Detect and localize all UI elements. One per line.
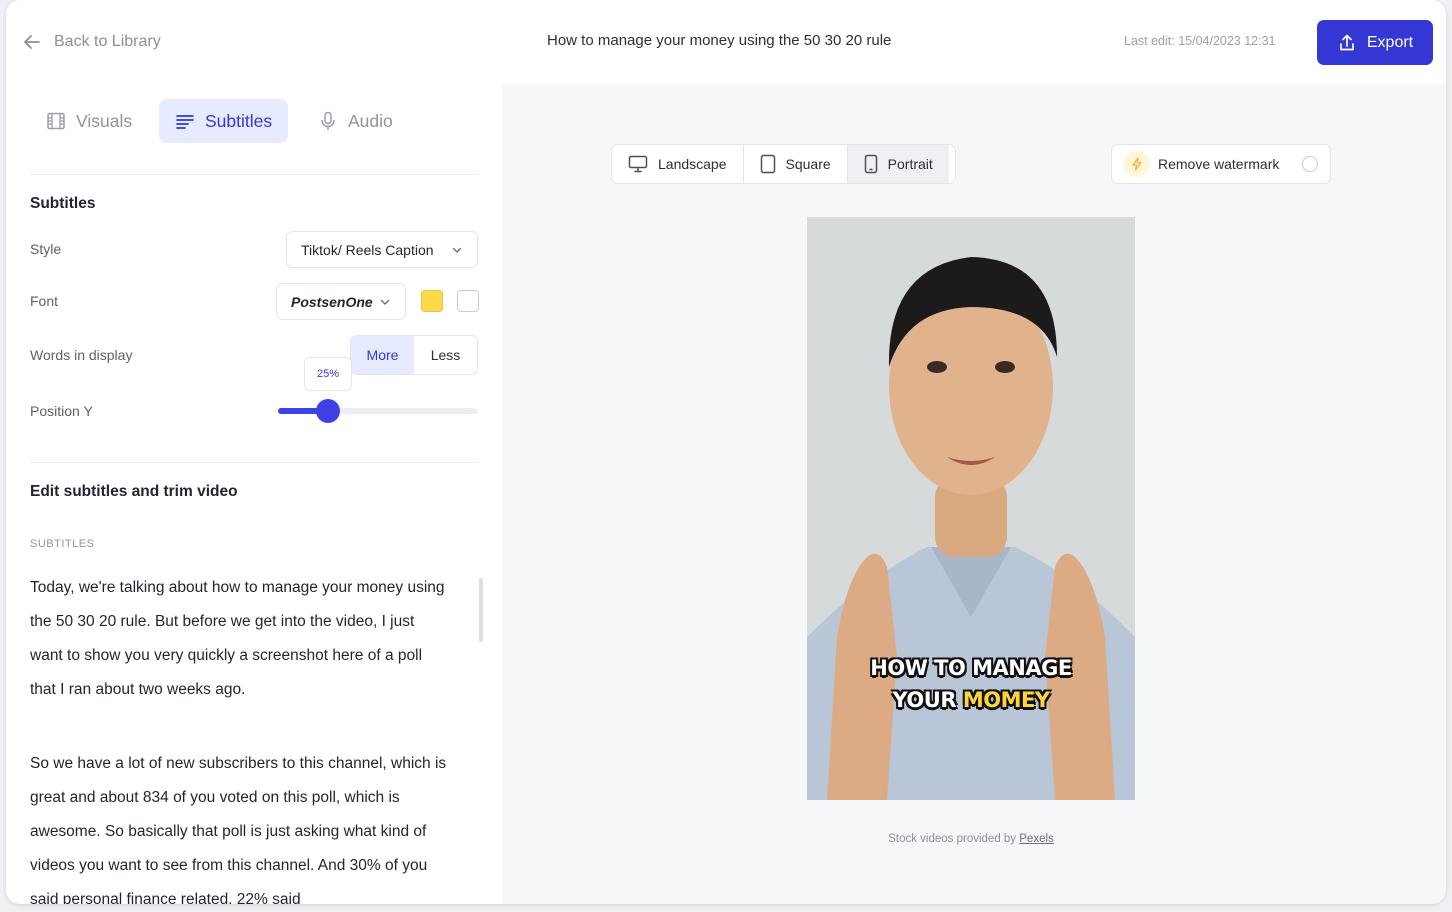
app-window: Back to Library How to manage your money… xyxy=(6,0,1446,904)
tab-visuals[interactable]: Visuals xyxy=(30,99,148,143)
subtitle-paragraph: Today, we're talking about how to manage… xyxy=(30,579,445,698)
position-tooltip: 25% xyxy=(304,357,352,391)
stock-credit: Stock videos provided by Pexels xyxy=(502,833,1440,845)
caption-line-2: YOUR MOMEY xyxy=(807,688,1135,712)
scrollbar[interactable] xyxy=(479,578,483,642)
position-y-slider[interactable] xyxy=(278,408,478,414)
settings-panel: Visuals Subtitles Audio Subtitles Style … xyxy=(6,84,502,904)
header: Back to Library How to manage your money… xyxy=(6,0,1446,84)
remove-watermark-label: Remove watermark xyxy=(1158,156,1280,172)
chevron-down-icon xyxy=(380,299,390,305)
subtitles-text-editor[interactable]: Today, we're talking about how to manage… xyxy=(30,571,450,904)
microphone-icon xyxy=(321,111,335,131)
last-edit-timestamp: Last edit: 15/04/2023 12:31 xyxy=(1124,34,1276,48)
words-less-button[interactable]: Less xyxy=(414,336,477,374)
page-title: How to manage your money using the 50 30… xyxy=(547,32,892,49)
arrow-left-icon xyxy=(24,35,40,49)
back-to-library-link[interactable]: Back to Library xyxy=(22,30,161,54)
subtitles-caption: SUBTITLES xyxy=(30,538,95,550)
landscape-label: Landscape xyxy=(658,156,727,172)
back-label: Back to Library xyxy=(54,33,161,50)
slider-handle[interactable] xyxy=(316,399,340,423)
caption-line-1: HOW TO MANAGE xyxy=(870,656,1072,680)
caption-highlight-word: MOMEY xyxy=(962,688,1050,712)
phone-icon xyxy=(864,154,877,174)
square-label: Square xyxy=(785,156,831,172)
tab-audio-label: Audio xyxy=(348,110,393,131)
preview-panel: Landscape Square Portrait Remove waterma… xyxy=(502,84,1446,904)
font-dropdown[interactable]: PostsenOne xyxy=(276,283,406,320)
divider xyxy=(30,174,479,175)
export-button[interactable]: Export xyxy=(1317,20,1433,65)
lines-icon xyxy=(176,115,194,129)
remove-watermark-toggle[interactable]: Remove watermark xyxy=(1111,144,1331,184)
secondary-color-swatch[interactable] xyxy=(457,290,479,312)
style-value: Tiktok/ Reels Caption xyxy=(301,241,434,258)
orientation-selector: Landscape Square Portrait xyxy=(611,144,956,184)
style-dropdown[interactable]: Tiktok/ Reels Caption xyxy=(286,231,478,268)
edit-section-title: Edit subtitles and trim video xyxy=(30,483,238,500)
credit-text: Stock videos provided by xyxy=(888,833,1017,845)
words-in-display-label: Words in display xyxy=(30,347,133,363)
tab-audio[interactable]: Audio xyxy=(302,99,409,143)
upload-icon xyxy=(1340,34,1354,50)
tab-subtitles-label: Subtitles xyxy=(205,110,273,131)
subtitle-paragraph: So we have a lot of new subscribers to t… xyxy=(30,755,447,904)
words-more-button[interactable]: More xyxy=(351,336,414,374)
portrait-label: Portrait xyxy=(887,156,933,172)
font-value: PostsenOne xyxy=(291,293,373,310)
primary-color-swatch[interactable] xyxy=(421,290,443,312)
presenter-image xyxy=(807,217,1135,800)
chevron-down-icon xyxy=(452,247,462,253)
subtitles-section-title: Subtitles xyxy=(30,195,96,212)
bolt-icon xyxy=(1124,151,1150,177)
divider xyxy=(30,462,479,463)
caption-word: YOUR xyxy=(892,688,957,712)
watermark-radio[interactable] xyxy=(1302,156,1318,172)
monitor-icon xyxy=(628,155,648,173)
font-label: Font xyxy=(30,293,59,309)
export-label: Export xyxy=(1366,33,1414,51)
words-toggle: More Less xyxy=(350,335,478,375)
position-y-label: Position Y xyxy=(30,403,93,419)
pexels-link[interactable]: Pexels xyxy=(1019,833,1054,845)
square-option[interactable]: Square xyxy=(744,145,848,183)
tab-subtitles[interactable]: Subtitles xyxy=(159,99,289,143)
square-device-icon xyxy=(760,154,775,174)
portrait-option[interactable]: Portrait xyxy=(847,145,949,183)
style-label: Style xyxy=(30,241,62,257)
tab-visuals-label: Visuals xyxy=(76,110,133,131)
video-preview[interactable]: HOW TO MANAGE YOUR MOMEY xyxy=(807,217,1135,800)
film-icon xyxy=(47,112,65,130)
landscape-option[interactable]: Landscape xyxy=(612,145,744,183)
